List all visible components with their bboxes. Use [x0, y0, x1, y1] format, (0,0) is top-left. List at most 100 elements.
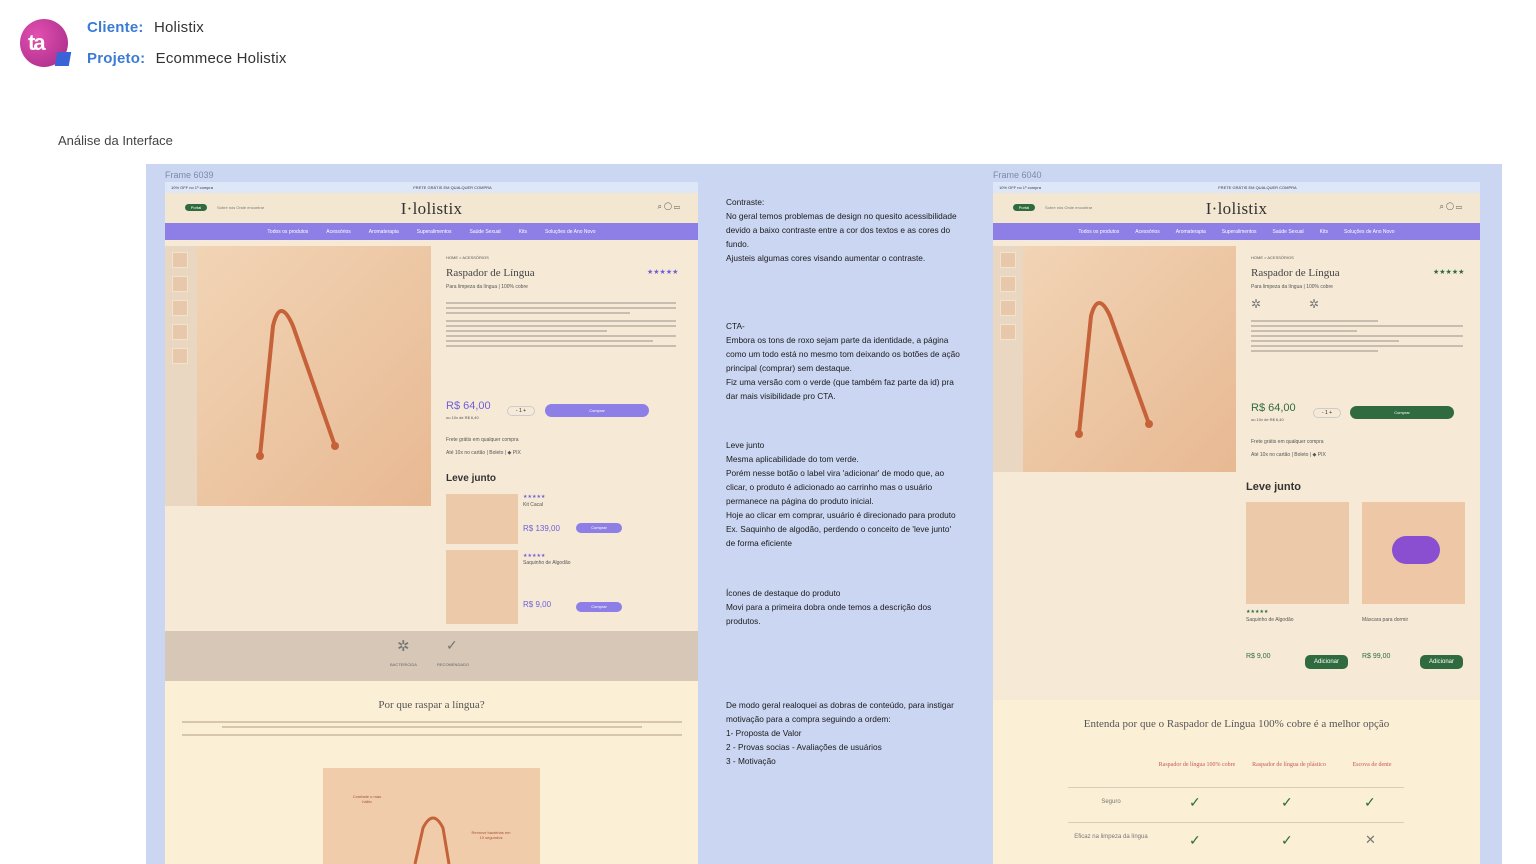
why-section: Por que raspar a língua? Combate o mau h…	[165, 681, 698, 864]
thumbnail-list[interactable]	[1000, 252, 1016, 348]
icon-label: BACTERICIDA	[390, 662, 417, 667]
client-label: Cliente:	[87, 19, 144, 36]
item-price: R$ 9,00	[523, 600, 552, 609]
item-price: R$ 9,00	[1246, 653, 1271, 660]
recommended-icon: ✲	[1309, 297, 1320, 311]
client-value: Holistix	[153, 19, 204, 36]
search-cart-icons[interactable]: ⌕ ◯ ▭	[658, 202, 681, 212]
comparison-col: Escova de dente	[1352, 762, 1392, 768]
item-price: R$ 139,00	[523, 524, 560, 533]
item-name: Máscara para dormir	[1362, 617, 1409, 623]
nav-item[interactable]: Aromaterapia	[1176, 229, 1206, 235]
breadcrumb[interactable]: HOME > ACESSÓRIOS	[1251, 255, 1294, 260]
product-price: R$ 64,00	[446, 400, 491, 412]
promo-left: 10% OFF no 1º compra	[171, 185, 213, 190]
site-brand[interactable]: I·lolistix	[1206, 199, 1268, 219]
nav-item[interactable]: Kits	[1320, 229, 1328, 235]
portal-pill[interactable]: Portal	[185, 204, 207, 211]
frame-label-right: Frame 6040	[993, 170, 1042, 180]
promo-center: FRETE GRÁTIS EM QUALQUER COMPRA	[1218, 185, 1297, 190]
breadcrumb[interactable]: HOME > ACESSÓRIOS	[446, 255, 489, 260]
promo-center: FRETE GRÁTIS EM QUALQUER COMPRA	[413, 185, 492, 190]
check-icon: ✓	[1281, 832, 1293, 848]
nav-item[interactable]: Superalimentos	[417, 229, 452, 235]
nav-item[interactable]: Saúde Sexual	[1273, 229, 1304, 235]
nav-item[interactable]: Kits	[519, 229, 527, 235]
site-header: Portal Sobre nós Onde encontrar I·lolist…	[165, 193, 698, 223]
cross-icon: ✕	[1365, 832, 1376, 847]
item-stars: ★★★★★	[523, 494, 546, 500]
item-stars: ★★★★★	[1246, 609, 1269, 615]
item-buy-button[interactable]: Comprar	[576, 602, 622, 612]
bactericide-icon: ✲	[397, 638, 410, 655]
top-links[interactable]: Sobre nós Onde encontrar	[1045, 205, 1092, 210]
comparison-col: Raspador de língua 100% cobre	[1158, 762, 1236, 768]
item-name: Kit Cacal	[523, 502, 544, 508]
category-nav: Todos os produtos Acessórios Aromaterapi…	[165, 223, 698, 240]
installments: ou 10x de R$ 6,40	[446, 415, 479, 420]
product-title: Raspador de Língua	[1251, 267, 1340, 279]
nav-item[interactable]: Saúde Sexual	[470, 229, 501, 235]
item-buy-button[interactable]: Comprar	[576, 523, 622, 533]
nav-item[interactable]: Aromaterapia	[369, 229, 399, 235]
leve-junto-title: Leve junto	[446, 473, 497, 484]
note-leve-junto: Leve junto Mesma aplicabilidade do tom v…	[726, 440, 956, 548]
divider	[1068, 787, 1404, 788]
product-description	[1251, 320, 1463, 355]
site-brand[interactable]: I·lolistix	[401, 199, 463, 219]
nav-item[interactable]: Soluções de Ano Novo	[545, 229, 596, 235]
check-icon: ✓	[1189, 794, 1201, 810]
item-name: Saquinho de Algodão	[523, 560, 571, 566]
project-label: Projeto:	[87, 50, 146, 67]
frame-6039: 10% OFF no 1º compra FRETE GRÁTIS EM QUA…	[165, 182, 698, 864]
category-nav: Todos os produtos Acessórios Aromaterapi…	[993, 223, 1480, 240]
rating-stars: ★★★★★	[647, 269, 679, 276]
product-title: Raspador de Língua	[446, 267, 535, 279]
kit-image[interactable]	[446, 494, 518, 544]
row-label: Eficaz na limpeza da língua	[1074, 834, 1148, 840]
comparison-col: Raspador de língua de plástico	[1252, 762, 1326, 768]
quantity-stepper[interactable]: - 1 +	[507, 406, 535, 416]
portal-pill[interactable]: Portal	[1013, 204, 1035, 211]
check-circle-icon: ✓	[446, 637, 458, 653]
add-button[interactable]: Adicionar	[1305, 655, 1348, 669]
leve-junto-title: Leve junto	[1246, 481, 1302, 493]
installments: ou 10x de R$ 6,40	[1251, 417, 1284, 422]
nav-item[interactable]: Superalimentos	[1222, 229, 1257, 235]
nav-item[interactable]: Acessórios	[1135, 229, 1159, 235]
callout: Combate o mau hálito	[352, 794, 382, 804]
rating-stars: ★★★★★	[1433, 269, 1465, 276]
thumbnail-list[interactable]	[172, 252, 188, 372]
promo-bar: 10% OFF no 1º compra FRETE GRÁTIS EM QUA…	[165, 182, 698, 193]
product-subtitle: Para limpeza da língua | 100% cobre	[1251, 284, 1333, 290]
promo-bar: 10% OFF no 1º compra FRETE GRÁTIS EM QUA…	[993, 182, 1480, 193]
product-description	[446, 302, 676, 350]
top-links[interactable]: Sobre nós Onde encontrar	[217, 205, 264, 210]
bag-image[interactable]	[1246, 502, 1349, 604]
note-contrast: Contraste: No geral temos problemas de d…	[726, 197, 957, 263]
nav-item[interactable]: Todos os produtos	[267, 229, 308, 235]
buy-button[interactable]: Comprar	[545, 404, 649, 417]
product-image	[165, 246, 431, 506]
check-icon: ✓	[1364, 794, 1376, 810]
nav-item[interactable]: Todos os produtos	[1078, 229, 1119, 235]
search-cart-icons[interactable]: ⌕ ◯ ▭	[1440, 202, 1463, 212]
shipping-info: Frete grátis em qualquer compra	[1251, 439, 1324, 445]
nav-item[interactable]: Acessórios	[326, 229, 350, 235]
sleep-mask-image[interactable]	[1362, 502, 1465, 604]
row-label: Seguro	[1101, 799, 1121, 805]
buy-button[interactable]: Comprar	[1350, 406, 1454, 419]
note-content-order: De modo geral realoquei as dobras de con…	[726, 700, 954, 766]
product-image	[993, 246, 1236, 472]
add-button[interactable]: Adicionar	[1420, 655, 1463, 669]
bag-image[interactable]	[446, 550, 518, 624]
item-price: R$ 99,00	[1362, 653, 1391, 660]
callout: Remove bactérias em 10 segundos	[471, 830, 511, 840]
check-icon: ✓	[1281, 794, 1293, 810]
item-name: Saquinho de Algodão	[1246, 617, 1294, 623]
shipping-info: Frete grátis em qualquer compra	[446, 437, 519, 443]
nav-item[interactable]: Soluções de Ano Novo	[1344, 229, 1395, 235]
product-price: R$ 64,00	[1251, 402, 1296, 414]
quantity-stepper[interactable]: - 1 +	[1313, 408, 1341, 418]
item-stars: ★★★★★	[523, 553, 546, 559]
